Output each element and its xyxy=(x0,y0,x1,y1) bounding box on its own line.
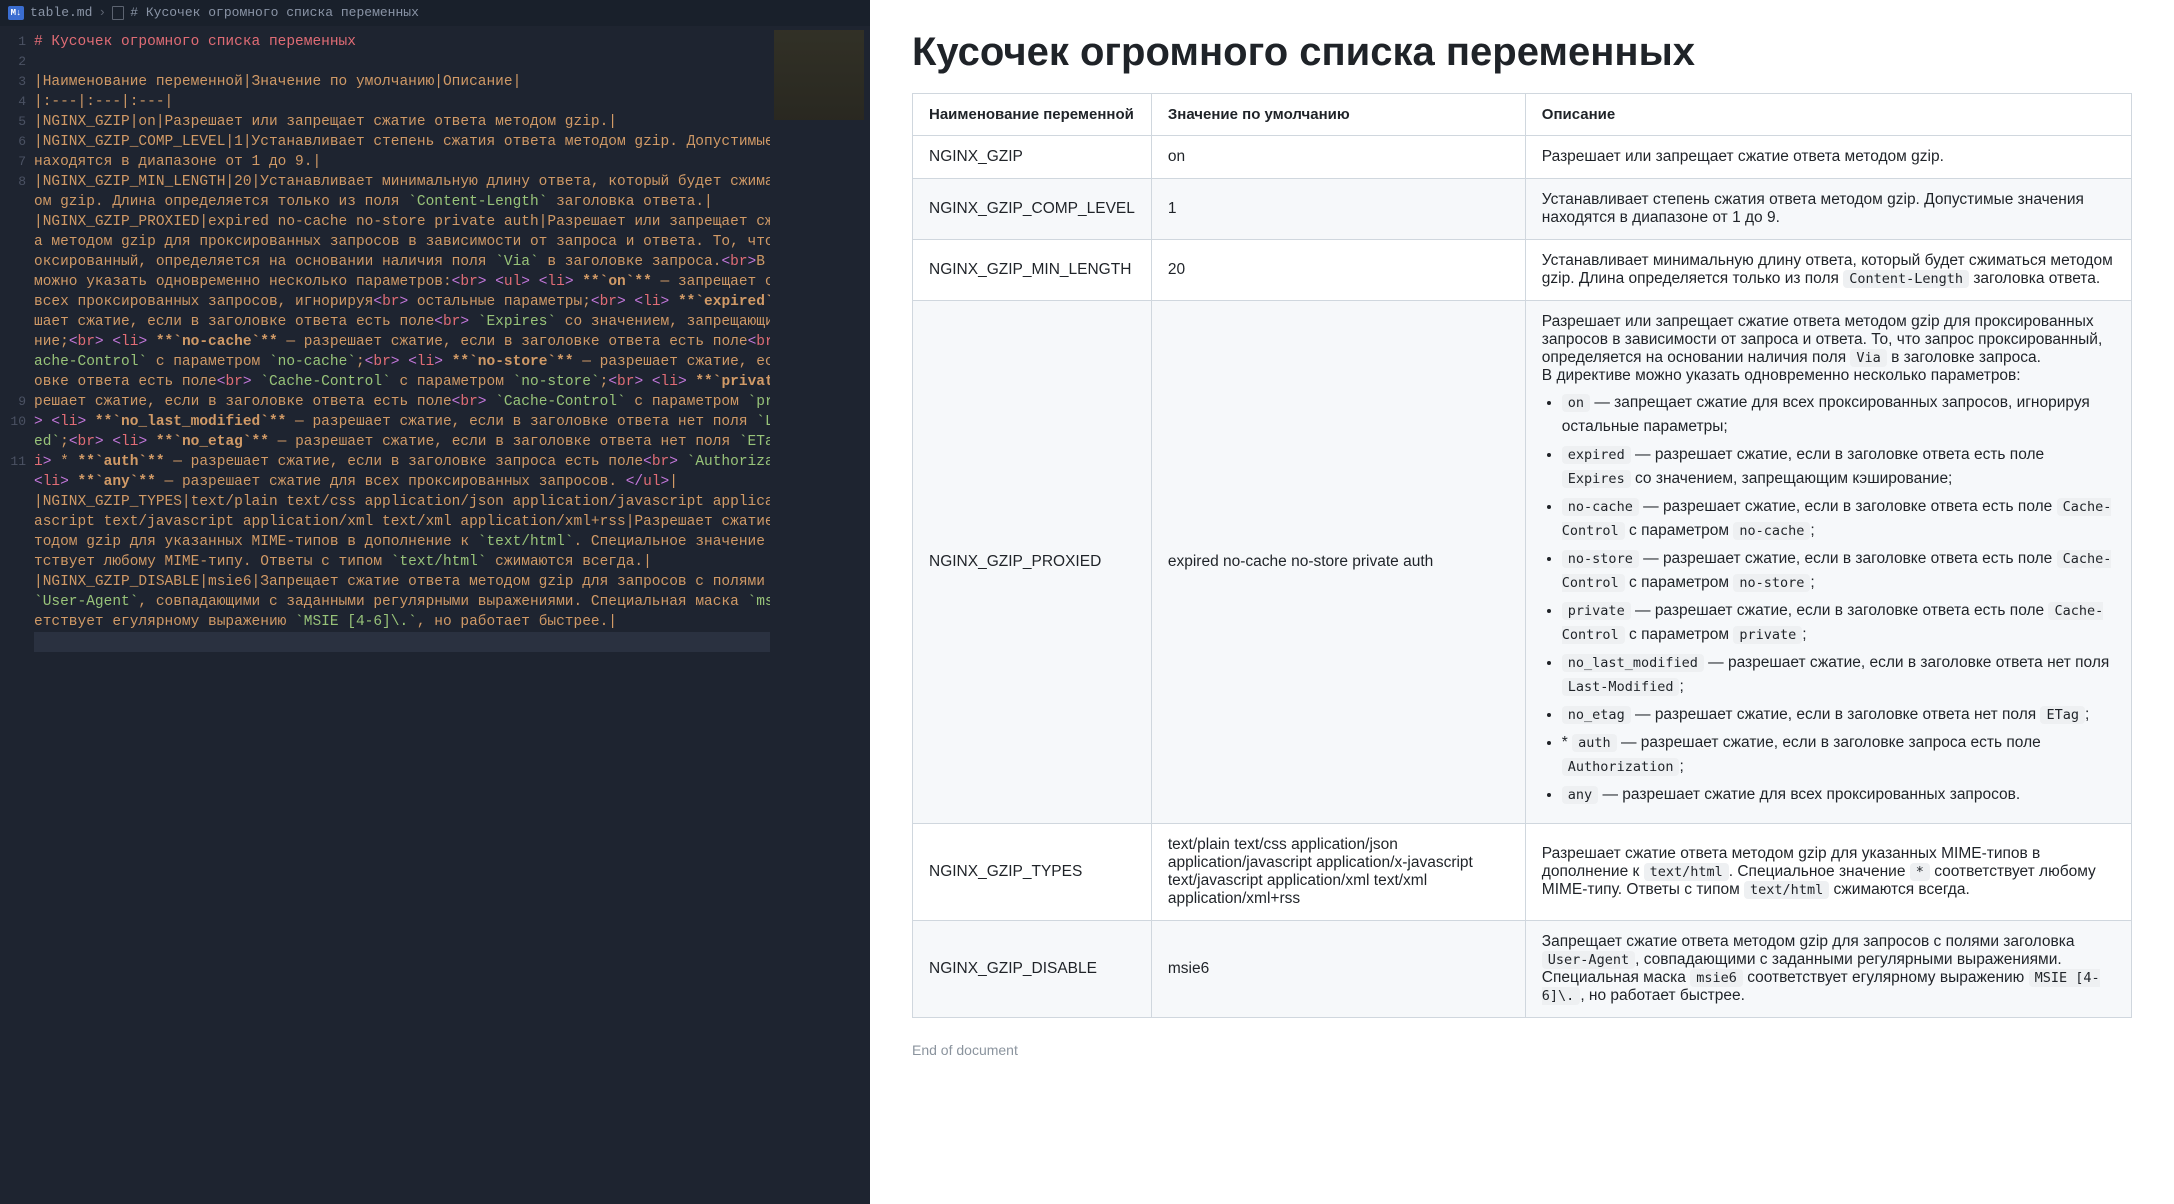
cell-default: text/plain text/css application/json app… xyxy=(1151,824,1525,921)
preview-heading: Кусочек огромного списка переменных xyxy=(912,30,2132,75)
breadcrumb[interactable]: M↓ table.md › # Кусочек огромного списка… xyxy=(0,0,870,26)
variables-table: Наименование переменнойЗначение по умолч… xyxy=(912,93,2132,1018)
editor-body[interactable]: 1234567891011 # Кусочек огромного списка… xyxy=(0,26,870,1204)
code-editor-content[interactable]: # Кусочек огромного списка переменных|На… xyxy=(34,26,870,1204)
markdown-file-icon: M↓ xyxy=(8,6,24,20)
cell-description: Разрешает или запрещает сжатие ответа ме… xyxy=(1525,301,2131,824)
cell-var-name: NGINX_GZIP_TYPES xyxy=(913,824,1152,921)
cell-default: 1 xyxy=(1151,179,1525,240)
table-row: NGINX_GZIP_TYPEStext/plain text/css appl… xyxy=(913,824,2132,921)
cell-var-name: NGINX_GZIP_DISABLE xyxy=(913,921,1152,1018)
cell-description: Разрешает или запрещает сжатие ответа ме… xyxy=(1525,136,2131,179)
cell-var-name: NGINX_GZIP_COMP_LEVEL xyxy=(913,179,1152,240)
table-header-row: Наименование переменнойЗначение по умолч… xyxy=(913,94,2132,136)
cell-default: msie6 xyxy=(1151,921,1525,1018)
markdown-preview-pane[interactable]: Кусочек огромного списка переменных Наим… xyxy=(870,0,2174,1204)
breadcrumb-file[interactable]: table.md xyxy=(30,3,92,23)
end-of-document-marker: End of document xyxy=(912,1042,2132,1058)
table-body: NGINX_GZIPonРазрешает или запрещает сжат… xyxy=(913,136,2132,1018)
line-number-gutter[interactable]: 1234567891011 xyxy=(0,26,34,1204)
editor-pane: M↓ table.md › # Кусочек огромного списка… xyxy=(0,0,870,1204)
cell-default: expired no-cache no-store private auth xyxy=(1151,301,1525,824)
cell-description: Запрещает сжатие ответа методом gzip для… xyxy=(1525,921,2131,1018)
cell-var-name: NGINX_GZIP_MIN_LENGTH xyxy=(913,240,1152,301)
table-row: NGINX_GZIP_MIN_LENGTH20Устанавливает мин… xyxy=(913,240,2132,301)
table-column-header: Описание xyxy=(1525,94,2131,136)
breadcrumb-heading[interactable]: # Кусочек огромного списка переменных xyxy=(130,3,419,23)
cell-description: Устанавливает степень сжатия ответа мето… xyxy=(1525,179,2131,240)
minimap[interactable] xyxy=(770,26,870,1204)
table-row: NGINX_GZIPonРазрешает или запрещает сжат… xyxy=(913,136,2132,179)
cell-description: Устанавливает минимальную длину ответа, … xyxy=(1525,240,2131,301)
cell-default: 20 xyxy=(1151,240,1525,301)
table-row: NGINX_GZIP_DISABLEmsie6Запрещает сжатие … xyxy=(913,921,2132,1018)
table-row: NGINX_GZIP_COMP_LEVEL1Устанавливает степ… xyxy=(913,179,2132,240)
table-row: NGINX_GZIP_PROXIEDexpired no-cache no-st… xyxy=(913,301,2132,824)
chevron-right-icon: › xyxy=(98,3,106,23)
table-column-header: Значение по умолчанию xyxy=(1151,94,1525,136)
cell-description: Разрешает сжатие ответа методом gzip для… xyxy=(1525,824,2131,921)
cell-var-name: NGINX_GZIP_PROXIED xyxy=(913,301,1152,824)
cell-var-name: NGINX_GZIP xyxy=(913,136,1152,179)
outline-file-icon xyxy=(112,6,124,20)
table-column-header: Наименование переменной xyxy=(913,94,1152,136)
cell-default: on xyxy=(1151,136,1525,179)
